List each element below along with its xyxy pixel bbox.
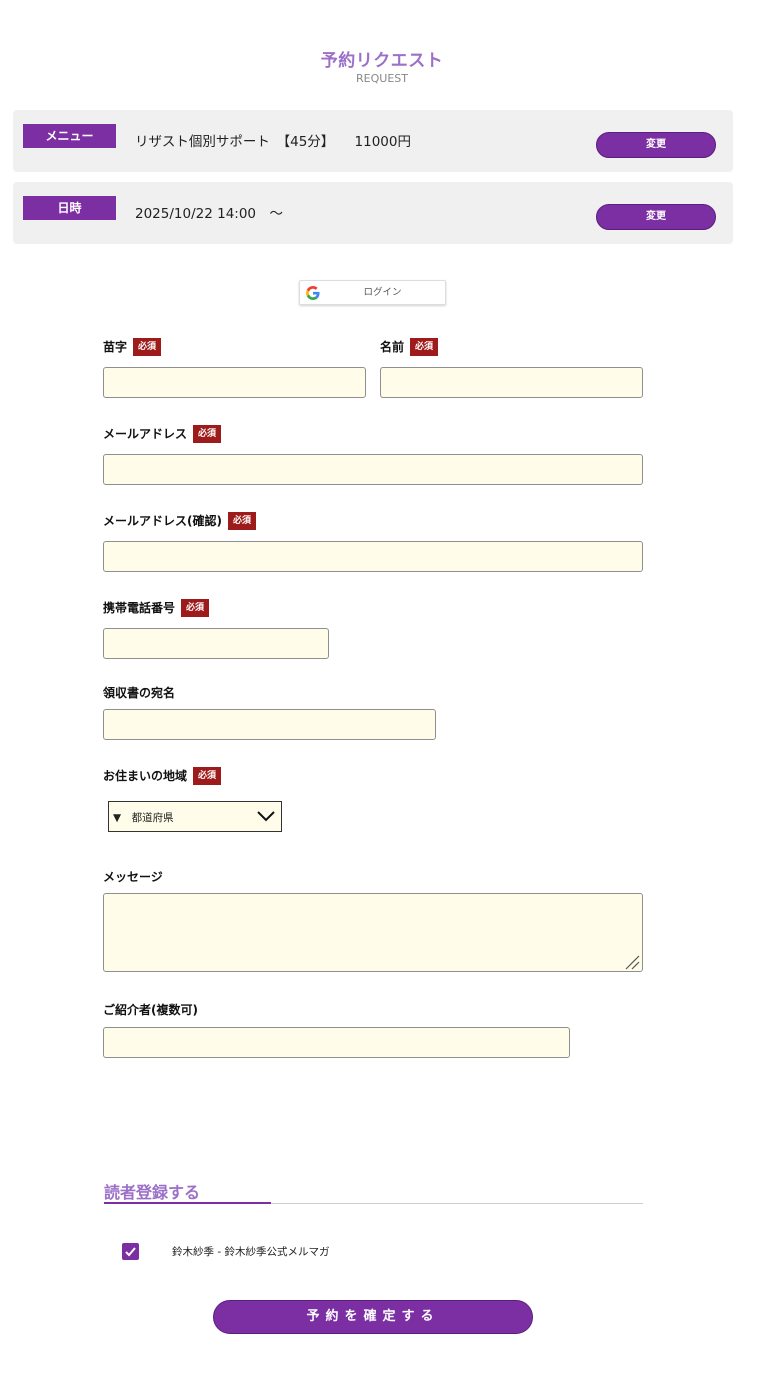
menu-text: リザスト個別サポート 【45分】 11000円 <box>135 134 411 150</box>
last-name-label-text: 苗字 <box>103 340 128 354</box>
receipt-name-label-text: 領収書の宛名 <box>103 686 176 700</box>
required-badge: 必須 <box>227 512 256 530</box>
newsletter-checkbox[interactable] <box>122 1243 139 1260</box>
newsletter-section-title: 読者登録する <box>104 1183 201 1202</box>
page-subtitle: REQUEST <box>356 72 408 85</box>
first-name-input[interactable] <box>380 367 643 398</box>
region-select[interactable]: ▼ 都道府県 <box>108 801 282 832</box>
email-input[interactable] <box>103 454 643 485</box>
referrer-label-text: ご紹介者(複数可) <box>103 1003 198 1017</box>
email-confirm-label: メールアドレス(確認) 必須 <box>103 511 256 531</box>
email-label: メールアドレス 必須 <box>103 424 222 444</box>
referrer-input[interactable] <box>103 1027 570 1058</box>
referrer-label: ご紹介者(複数可) <box>103 1000 198 1020</box>
phone-input[interactable] <box>103 628 329 659</box>
receipt-name-label: 領収書の宛名 <box>103 683 175 703</box>
resize-handle-icon[interactable] <box>624 954 640 970</box>
date-tag: 日時 <box>23 196 116 220</box>
section-divider-accent <box>104 1202 271 1204</box>
last-name-input[interactable] <box>103 367 366 398</box>
required-badge: 必須 <box>181 599 210 617</box>
last-name-label: 苗字 必須 <box>103 337 162 357</box>
message-label: メッセージ <box>103 867 163 887</box>
email-label-text: メールアドレス <box>103 427 188 441</box>
change-menu-button[interactable]: 変更 <box>596 132 716 158</box>
email-confirm-label-text: メールアドレス(確認) <box>103 514 222 528</box>
menu-summary-box: メニュー リザスト個別サポート 【45分】 11000円 変更 <box>13 110 733 172</box>
email-confirm-input[interactable] <box>103 541 643 572</box>
menu-tag: メニュー <box>23 124 116 148</box>
change-date-button[interactable]: 変更 <box>596 204 716 230</box>
confirm-reservation-button[interactable]: 予約を確定する <box>213 1300 533 1334</box>
google-login-label: ログイン <box>363 287 402 298</box>
date-text: 2025/10/22 14:00 〜 <box>135 206 284 222</box>
phone-label: 携帯電話番号 必須 <box>103 598 210 618</box>
checkmark-icon <box>125 1247 136 1257</box>
region-selected-value: ▼ 都道府県 <box>113 812 174 824</box>
date-summary-box: 日時 2025/10/22 14:00 〜 変更 <box>13 182 733 244</box>
google-login-button[interactable]: ログイン <box>299 280 446 305</box>
region-label: お住まいの地域 必須 <box>103 766 222 786</box>
required-badge: 必須 <box>193 425 222 443</box>
receipt-name-input[interactable] <box>103 709 436 740</box>
required-badge: 必須 <box>193 767 222 785</box>
message-textarea[interactable] <box>103 893 643 972</box>
first-name-label: 名前 必須 <box>380 337 439 357</box>
phone-label-text: 携帯電話番号 <box>103 601 176 615</box>
region-label-text: お住まいの地域 <box>103 769 188 783</box>
required-badge: 必須 <box>133 338 162 356</box>
first-name-label-text: 名前 <box>380 340 405 354</box>
required-badge: 必須 <box>410 338 439 356</box>
page-header: 予約リクエスト REQUEST <box>0 46 764 85</box>
message-label-text: メッセージ <box>103 870 163 884</box>
page-title: 予約リクエスト <box>320 51 444 71</box>
newsletter-item-label: 鈴木紗季 - 鈴木紗季公式メルマガ <box>172 1246 330 1258</box>
chevron-down-icon <box>257 811 275 822</box>
